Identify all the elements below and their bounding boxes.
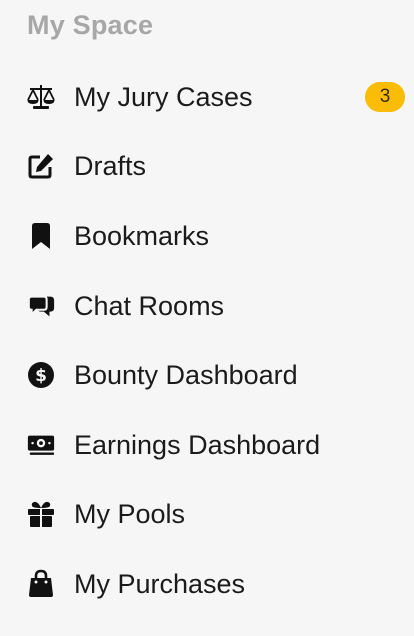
menu-item-label: My Purchases	[74, 568, 246, 599]
shopping-bag-icon	[26, 569, 56, 599]
menu-item-label: My Pools	[74, 499, 186, 530]
gift-icon	[26, 499, 56, 529]
menu-item-label: Chat Rooms	[74, 290, 225, 321]
section-title: My Space	[27, 10, 154, 40]
menu-item-label: Earnings Dashboard	[74, 429, 321, 460]
menu-item-label: My Jury Cases	[74, 81, 253, 112]
money-bill-icon	[26, 430, 56, 460]
menu-item-my-pools[interactable]: My Pools	[0, 482, 414, 552]
menu-item-my-purchases[interactable]: My Purchases	[0, 551, 414, 621]
menu-item-my-jury-cases[interactable]: My Jury Cases 3	[0, 64, 414, 134]
my-space-panel: My Space My Jury Cases 3 Drafts Bookmark…	[0, 0, 414, 636]
count-badge: 3	[365, 81, 405, 112]
edit-icon	[26, 151, 56, 181]
menu-item-label: Bounty Dashboard	[74, 360, 298, 391]
menu-item-label: Bookmarks	[74, 220, 210, 251]
bookmark-icon	[26, 221, 56, 251]
menu-item-label: Drafts	[74, 151, 147, 182]
menu-item-bookmarks[interactable]: Bookmarks	[0, 203, 414, 273]
svg-text:$: $	[35, 366, 47, 386]
chat-icon	[26, 291, 56, 321]
menu-item-drafts[interactable]: Drafts	[0, 134, 414, 204]
my-space-menu: My Jury Cases 3 Drafts Bookmarks Chat Ro…	[0, 64, 414, 621]
menu-item-chat-rooms[interactable]: Chat Rooms	[0, 273, 414, 343]
dollar-circle-icon: $	[26, 360, 56, 390]
scale-icon	[26, 82, 56, 112]
menu-item-bounty-dashboard[interactable]: $ Bounty Dashboard	[0, 342, 414, 412]
menu-item-earnings-dashboard[interactable]: Earnings Dashboard	[0, 412, 414, 482]
